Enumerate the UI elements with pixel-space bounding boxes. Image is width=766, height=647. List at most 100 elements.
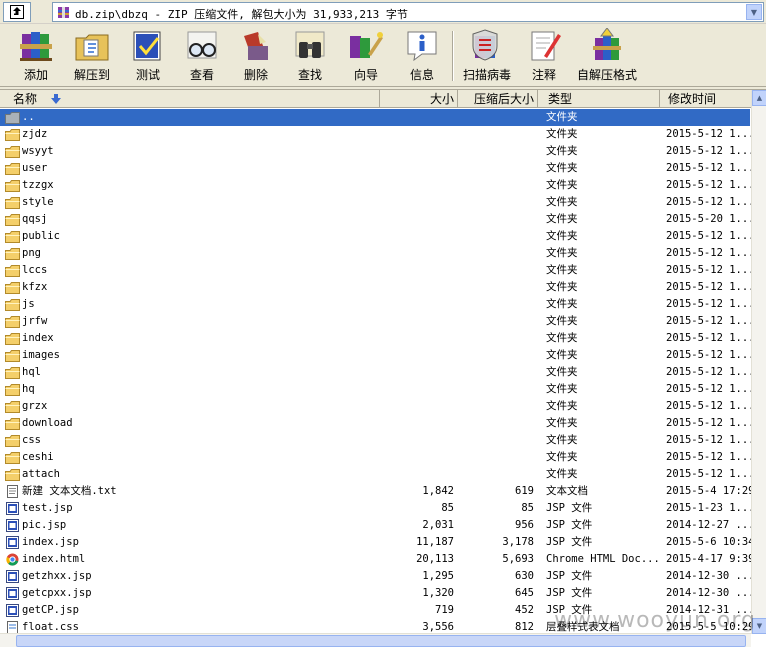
scroll-up-icon[interactable]: ▲ bbox=[752, 90, 766, 106]
horizontal-scrollbar[interactable] bbox=[0, 633, 751, 647]
find-button[interactable]: 查找 bbox=[288, 28, 332, 84]
table-row[interactable]: kfzx 文件夹 2015-5-12 1... bbox=[0, 279, 752, 296]
table-row[interactable]: lccs 文件夹 2015-5-12 1... bbox=[0, 262, 752, 279]
view-label: 查看 bbox=[189, 68, 214, 82]
file-modified: 2015-5-12 1... bbox=[666, 128, 752, 140]
view-button[interactable]: 查看 bbox=[180, 28, 224, 84]
table-row[interactable]: index 文件夹 2015-5-12 1... bbox=[0, 330, 752, 347]
folder-icon bbox=[5, 231, 20, 243]
sfx-archive-icon bbox=[593, 28, 621, 60]
folder-icon bbox=[5, 265, 20, 277]
table-row[interactable]: tzzgx 文件夹 2015-5-12 1... bbox=[0, 177, 752, 194]
table-row[interactable]: hql 文件夹 2015-5-12 1... bbox=[0, 364, 752, 381]
file-size bbox=[380, 330, 454, 347]
path-combobox[interactable]: db.zip\dbzq - ZIP 压缩文件, 解包大小为 31,933,213… bbox=[52, 2, 764, 22]
file-name: getzhxx.jsp bbox=[22, 570, 92, 582]
table-row[interactable]: hq 文件夹 2015-5-12 1... bbox=[0, 381, 752, 398]
table-row[interactable]: getcpxx.jsp 1,320 645 JSP 文件 2014-12-30 ... bbox=[0, 585, 752, 602]
test-button[interactable]: 测试 bbox=[126, 28, 170, 84]
file-modified: 2015-1-23 1... bbox=[666, 502, 752, 514]
horizontal-scroll-thumb[interactable] bbox=[16, 635, 746, 647]
table-row[interactable]: png 文件夹 2015-5-12 1... bbox=[0, 245, 752, 262]
parent-folder-row[interactable]: .. 文件夹 bbox=[0, 109, 750, 126]
add-button[interactable]: 添加 bbox=[14, 28, 58, 84]
table-row[interactable]: jrfw 文件夹 2015-5-12 1... bbox=[0, 313, 752, 330]
sfx-button[interactable]: 自解压格式 bbox=[574, 28, 640, 84]
table-row[interactable]: js 文件夹 2015-5-12 1... bbox=[0, 296, 752, 313]
file-packed-size bbox=[460, 126, 534, 143]
jsp-file-icon bbox=[6, 587, 19, 600]
table-row[interactable]: test.jsp 85 85 JSP 文件 2015-1-23 1... bbox=[0, 500, 752, 517]
file-packed-size bbox=[460, 330, 534, 347]
table-row[interactable]: 新建 文本文档.txt 1,842 619 文本文档 2015-5-4 17:29 bbox=[0, 483, 752, 500]
table-row[interactable]: style 文件夹 2015-5-12 1... bbox=[0, 194, 752, 211]
file-modified: 2015-5-4 17:29 bbox=[666, 485, 752, 497]
table-row[interactable]: index.jsp 11,187 3,178 JSP 文件 2015-5-6 10:34 bbox=[0, 534, 752, 551]
folder-icon bbox=[5, 452, 20, 464]
jsp-file-icon bbox=[6, 519, 19, 532]
file-modified: 2015-5-12 1... bbox=[666, 298, 752, 310]
folder-icon bbox=[5, 401, 20, 413]
folder-icon bbox=[5, 367, 20, 379]
table-row[interactable]: qqsj 文件夹 2015-5-20 1... bbox=[0, 211, 752, 228]
table-row[interactable]: public 文件夹 2015-5-12 1... bbox=[0, 228, 752, 245]
file-name: user bbox=[22, 162, 48, 174]
file-size bbox=[380, 194, 454, 211]
table-row[interactable]: wsyyt 文件夹 2015-5-12 1... bbox=[0, 143, 752, 160]
wizard-button[interactable]: 向导 bbox=[342, 28, 390, 84]
table-row[interactable]: zjdz 文件夹 2015-5-12 1... bbox=[0, 126, 752, 143]
file-name: index.jsp bbox=[22, 536, 79, 548]
column-name[interactable]: 名称 bbox=[0, 90, 380, 108]
file-modified: 2015-5-12 1... bbox=[666, 332, 752, 344]
file-type: 文件夹 bbox=[546, 417, 578, 429]
file-packed-size bbox=[460, 415, 534, 432]
glasses-icon bbox=[187, 31, 217, 59]
vertical-scrollbar[interactable]: ▲ ▼ bbox=[751, 90, 766, 634]
file-modified: 2015-5-12 1... bbox=[666, 179, 752, 191]
up-folder-button[interactable] bbox=[3, 2, 31, 22]
table-row[interactable]: grzx 文件夹 2015-5-12 1... bbox=[0, 398, 752, 415]
table-row[interactable]: pic.jsp 2,031 956 JSP 文件 2014-12-27 ... bbox=[0, 517, 752, 534]
scan-virus-button[interactable]: 扫描病毒 bbox=[460, 28, 514, 84]
file-packed-size bbox=[460, 364, 534, 381]
jsp-file-icon bbox=[6, 570, 19, 583]
column-type[interactable]: 类型 bbox=[538, 90, 660, 108]
archive-path: db.zip\dbzq - ZIP 压缩文件, 解包大小为 31,933,213… bbox=[75, 8, 408, 21]
folder-icon bbox=[5, 384, 20, 396]
file-packed-size bbox=[460, 398, 534, 415]
watermark: www.wooyun.org bbox=[554, 608, 756, 633]
column-packed[interactable]: 压缩后大小 bbox=[458, 90, 538, 108]
delete-button[interactable]: 删除 bbox=[234, 28, 278, 84]
column-modified[interactable]: 修改时间 bbox=[660, 90, 754, 108]
column-size[interactable]: 大小 bbox=[380, 90, 458, 108]
file-modified: 2015-5-12 1... bbox=[666, 162, 752, 174]
table-row[interactable]: attach 文件夹 2015-5-12 1... bbox=[0, 466, 752, 483]
file-type: 文件夹 bbox=[546, 247, 578, 259]
info-button[interactable]: 信息 bbox=[400, 28, 444, 84]
file-name: tzzgx bbox=[22, 179, 54, 191]
table-row[interactable]: index.html 20,113 5,693 Chrome HTML Doc... 2… bbox=[0, 551, 752, 568]
sfx-label: 自解压格式 bbox=[576, 68, 637, 82]
column-packed-label: 压缩后大小 bbox=[473, 92, 534, 106]
file-list[interactable]: 名称 大小 压缩后大小 类型 修改时间 .. 文件夹 zjdz 文件夹 2015-5-1… bbox=[0, 89, 766, 647]
file-name: hq bbox=[22, 383, 35, 395]
file-modified: 2014-12-30 ... bbox=[666, 587, 752, 599]
file-name: lccs bbox=[22, 264, 48, 276]
table-row[interactable]: images 文件夹 2015-5-12 1... bbox=[0, 347, 752, 364]
table-row[interactable]: ceshi 文件夹 2015-5-12 1... bbox=[0, 449, 752, 466]
comment-button[interactable]: 注释 bbox=[524, 28, 564, 84]
file-packed-size bbox=[460, 381, 534, 398]
file-packed-size bbox=[460, 347, 534, 364]
file-packed-size: 630 bbox=[515, 570, 534, 582]
table-row[interactable]: css 文件夹 2015-5-12 1... bbox=[0, 432, 752, 449]
extract-button[interactable]: 解压到 bbox=[68, 28, 116, 84]
file-modified: 2015-5-12 1... bbox=[666, 451, 752, 463]
chevron-down-icon[interactable]: ▼ bbox=[746, 4, 762, 20]
file-size: 1,295 bbox=[422, 570, 454, 582]
table-row[interactable]: getzhxx.jsp 1,295 630 JSP 文件 2014-12-30 ... bbox=[0, 568, 752, 585]
file-size bbox=[380, 347, 454, 364]
table-row[interactable]: download 文件夹 2015-5-12 1... bbox=[0, 415, 752, 432]
table-row[interactable]: user 文件夹 2015-5-12 1... bbox=[0, 160, 752, 177]
file-modified: 2015-5-12 1... bbox=[666, 230, 752, 242]
file-packed-size bbox=[460, 109, 534, 126]
